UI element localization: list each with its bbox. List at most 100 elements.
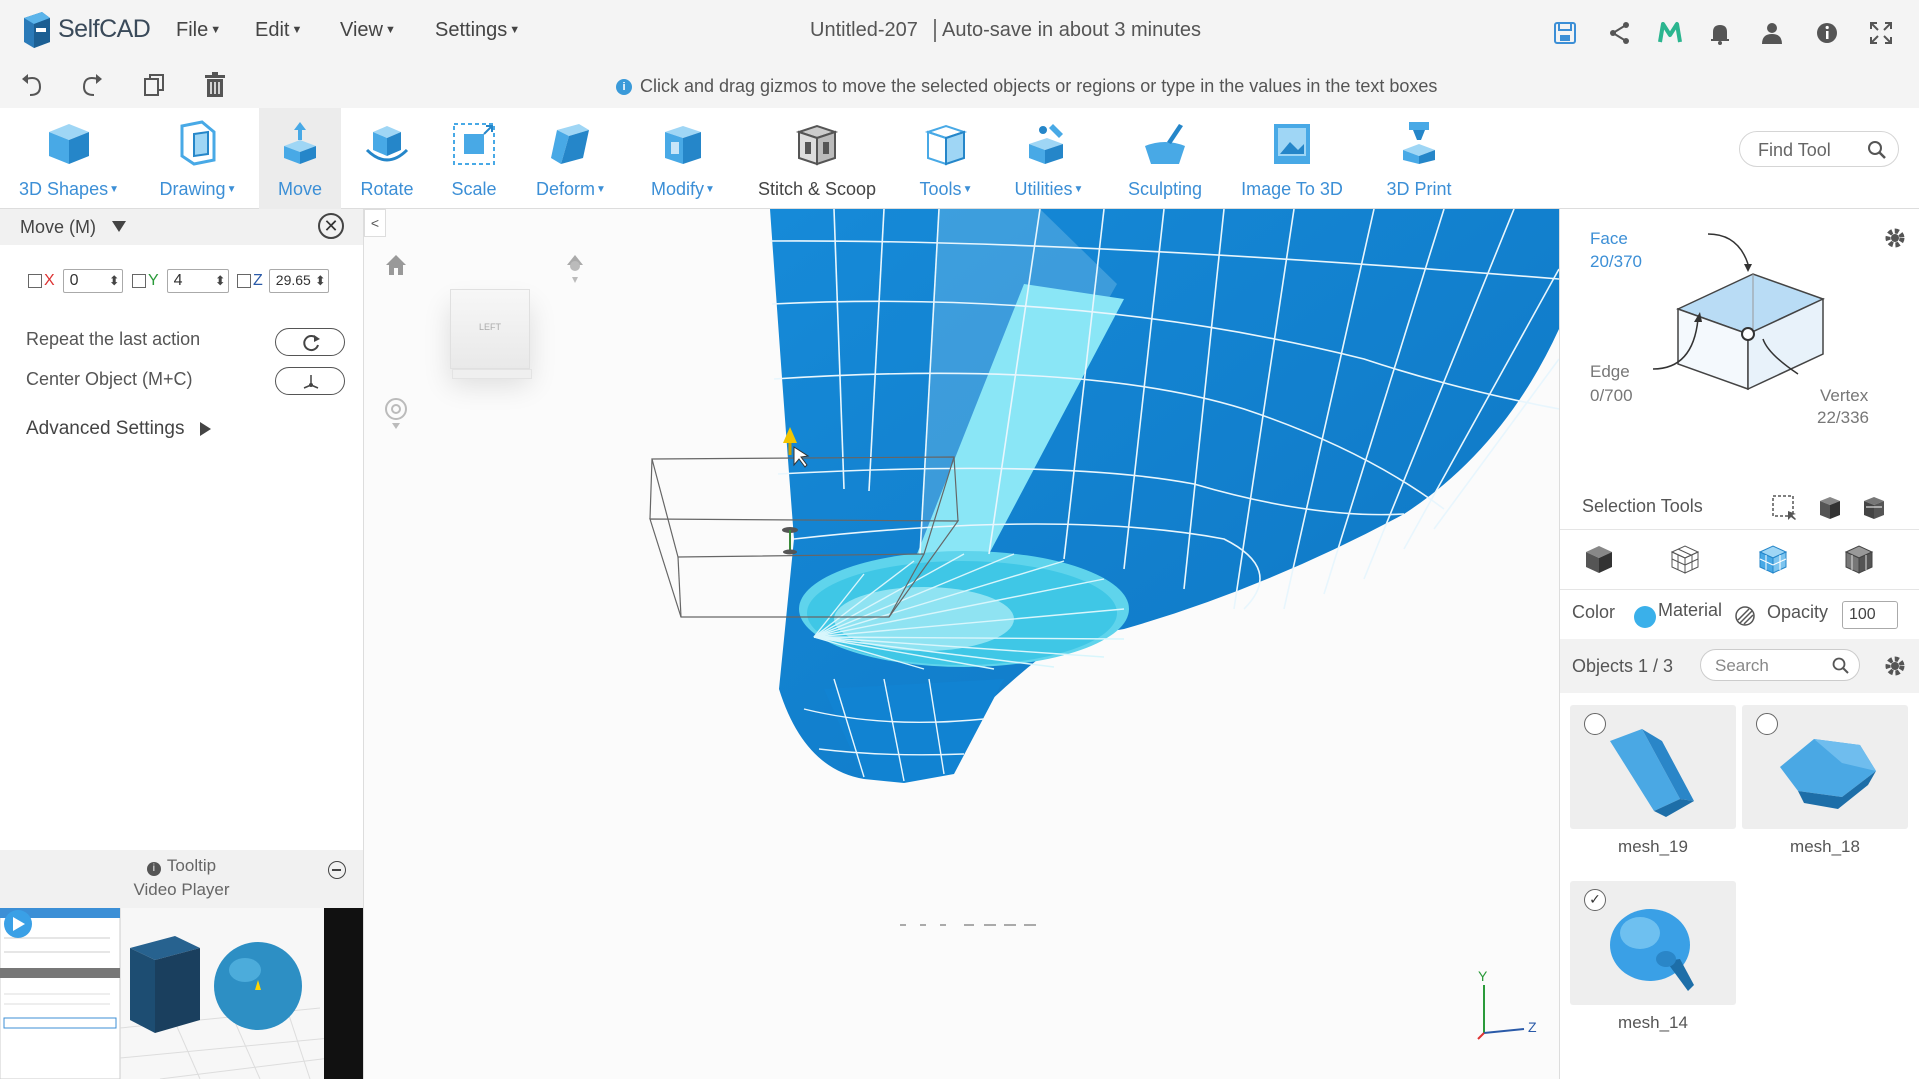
opacity-label: Opacity	[1767, 602, 1829, 622]
tool-tools-label: Tools	[919, 179, 962, 199]
selection-mode-cube[interactable]	[1648, 224, 1828, 404]
utilities-icon	[1029, 124, 1063, 164]
tool-modify[interactable]: Modify▼	[638, 108, 728, 209]
y-value-input[interactable]: 4	[166, 269, 229, 293]
gear-icon[interactable]	[1882, 225, 1908, 251]
redo-icon[interactable]	[78, 71, 106, 99]
invert-selection-icon[interactable]	[1860, 493, 1888, 521]
3d-print-icon	[1403, 122, 1435, 164]
save-icon[interactable]	[1552, 20, 1578, 46]
hint-text: Click and drag gizmos to move the select…	[640, 76, 1438, 96]
tool-tools[interactable]: Tools▼	[906, 108, 986, 209]
y-axis-label: Y	[148, 272, 159, 289]
search-icon[interactable]	[1831, 656, 1851, 676]
menu-settings[interactable]: Settings ▼	[435, 19, 520, 42]
tool-sculpting-label: Sculpting	[1127, 179, 1203, 199]
search-icon[interactable]	[1866, 139, 1888, 161]
tool-rotate-label: Rotate	[360, 179, 414, 199]
tool-image-to-3d[interactable]: Image To 3D	[1232, 108, 1352, 209]
tool-utilities-label: Utilities	[1014, 179, 1073, 199]
object-card-mesh-19[interactable]: mesh_19	[1570, 705, 1736, 863]
face-mode-icon[interactable]	[1756, 542, 1790, 576]
face-label[interactable]: Face	[1590, 229, 1628, 249]
tool-rotate[interactable]: Rotate	[350, 108, 424, 209]
object-select-checkbox[interactable]	[1756, 713, 1778, 735]
z-value-input[interactable]: 29.65	[268, 269, 329, 293]
tool-scale[interactable]: Scale	[436, 108, 512, 209]
tool-3d-shapes[interactable]: 3D Shapes▼	[12, 108, 126, 209]
advanced-settings-toggle[interactable]: Advanced Settings	[26, 418, 184, 440]
x-value-input[interactable]: 0	[62, 269, 123, 293]
tooltip-video-player[interactable]	[0, 908, 363, 1079]
tool-stitch-scoop-label: Stitch & Scoop	[757, 179, 877, 199]
repeat-last-action-button[interactable]	[275, 328, 345, 356]
selection-objects-panel: Face 20/370 Edge 0/700 Vertex 22/336 Sel…	[1559, 209, 1919, 1079]
object-name: mesh_14	[1618, 1013, 1688, 1032]
wireframe-mode-icon[interactable]	[1668, 542, 1702, 576]
box-select-icon[interactable]	[1770, 493, 1798, 521]
bell-icon[interactable]	[1707, 20, 1733, 46]
object-card-mesh-18[interactable]: mesh_18	[1742, 705, 1908, 863]
selfcad-logo[interactable]: SelfCAD	[20, 10, 151, 48]
undo-icon[interactable]	[18, 71, 46, 99]
tooltip-title: Tooltip	[166, 856, 217, 875]
minimize-icon[interactable]	[328, 861, 346, 879]
share-icon[interactable]	[1607, 20, 1633, 46]
user-icon[interactable]	[1759, 20, 1785, 46]
main-toolbar: 3D Shapes▼ Drawing▼ Move Rotate Scale De…	[0, 108, 1919, 209]
tool-scale-label: Scale	[451, 179, 497, 199]
menu-edit[interactable]: Edit ▼	[255, 19, 302, 42]
video-preview	[0, 908, 363, 1079]
selection-tools-label: Selection Tools	[1582, 496, 1703, 516]
tool-deform[interactable]: Deform▼	[526, 108, 616, 209]
panel-dropdown-icon[interactable]	[112, 221, 126, 232]
tools-icon	[924, 124, 968, 166]
myminifactory-icon[interactable]	[1657, 20, 1683, 46]
z-lock-checkbox[interactable]	[237, 274, 251, 288]
tool-drawing[interactable]: Drawing▼	[146, 108, 250, 209]
fullscreen-icon[interactable]	[1868, 20, 1894, 46]
x-lock-checkbox[interactable]	[28, 274, 42, 288]
tool-stitch-scoop[interactable]: Stitch & Scoop	[748, 108, 886, 209]
menu-edit-label: Edit	[255, 19, 290, 41]
object-select-checkbox-checked[interactable]: ✓	[1584, 889, 1606, 911]
object-mode-icon[interactable]	[1582, 542, 1616, 576]
trash-icon[interactable]	[201, 71, 229, 99]
color-swatch[interactable]	[1634, 606, 1656, 628]
hint-bar: i Click and drag gizmos to move the sele…	[616, 76, 1437, 97]
z-axis-indicator-label: Z	[1528, 1019, 1537, 1035]
menu-file[interactable]: File ▼	[176, 19, 221, 42]
mesh-model[interactable]	[364, 209, 1559, 1079]
move-tool-panel: Move (M) ✕ X 0 Y 4 Z 29.65 Repeat the la…	[0, 209, 364, 1079]
object-search-input[interactable]: Search	[1700, 649, 1860, 681]
tool-sculpting[interactable]: Sculpting	[1124, 108, 1206, 209]
z-axis-label: Z	[253, 272, 263, 289]
menu-bar: SelfCAD File ▼ Edit ▼ View ▼ Settings ▼ Unti…	[0, 0, 1919, 62]
select-all-icon[interactable]	[1816, 493, 1844, 521]
copy-icon[interactable]	[140, 71, 168, 99]
tool-3d-print[interactable]: 3D Print	[1372, 108, 1466, 209]
edge-label[interactable]: Edge	[1590, 362, 1630, 382]
tool-move[interactable]: Move	[259, 108, 341, 209]
expand-arrow-icon[interactable]	[200, 422, 211, 436]
menu-view[interactable]: View ▼	[340, 19, 396, 42]
center-object-button[interactable]	[275, 367, 345, 395]
menu-settings-label: Settings	[435, 19, 508, 41]
y-lock-checkbox[interactable]	[132, 274, 146, 288]
tool-deform-label: Deform	[536, 179, 596, 199]
info-icon[interactable]	[1814, 20, 1840, 46]
center-object-icon	[303, 375, 319, 389]
gear-icon[interactable]	[1882, 653, 1908, 679]
opacity-input[interactable]: 100	[1842, 601, 1898, 629]
face-count: 20/370	[1590, 252, 1642, 271]
object-select-checkbox[interactable]	[1584, 713, 1606, 735]
object-card-mesh-14[interactable]: ✓ mesh_14	[1570, 881, 1736, 1039]
solid-mode-icon[interactable]	[1842, 542, 1876, 576]
vertex-count: 22/336	[1817, 408, 1869, 427]
tool-utilities[interactable]: Utilities▼	[1004, 108, 1094, 209]
close-icon[interactable]: ✕	[318, 213, 344, 239]
document-title[interactable]: Untitled-207	[810, 19, 918, 42]
3d-viewport[interactable]: < LEFT Y Z	[364, 209, 1559, 1079]
material-label[interactable]: Material	[1658, 600, 1722, 621]
find-tool-input[interactable]: Find Tool	[1739, 131, 1899, 167]
